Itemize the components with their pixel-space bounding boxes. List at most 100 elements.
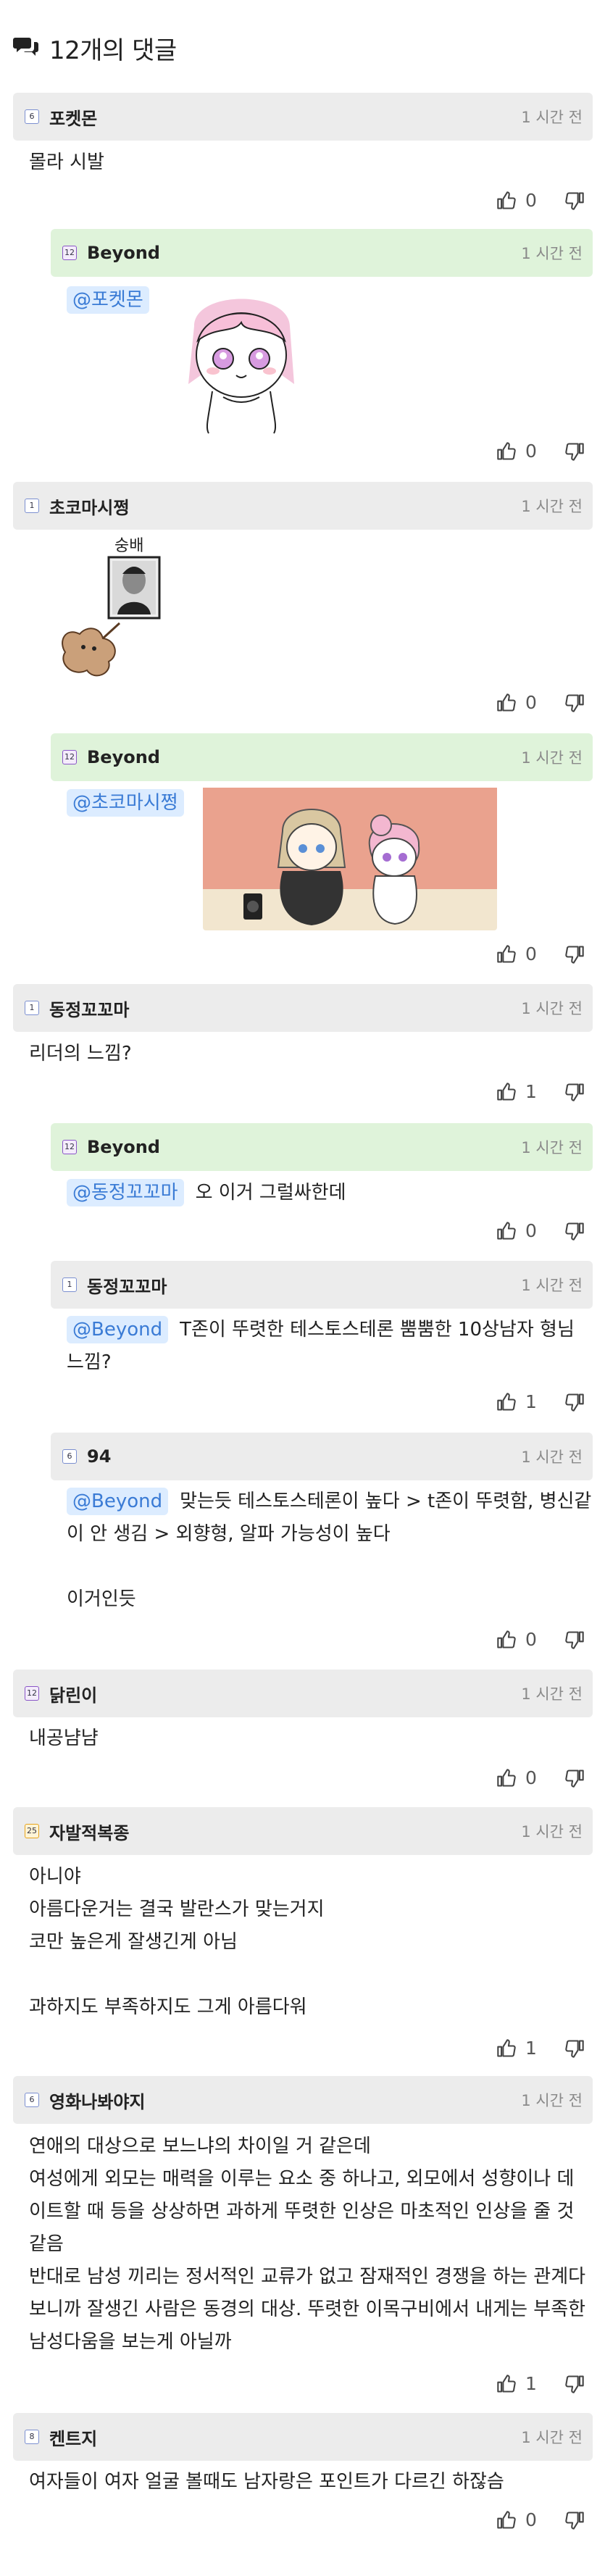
- anime-duo-image: [203, 788, 497, 933]
- comment-text: 몰라 시발: [29, 151, 104, 173]
- comment-author[interactable]: 94: [87, 1446, 111, 1467]
- like-count: 0: [525, 1629, 537, 1650]
- level-badge-icon: 12: [62, 1140, 77, 1154]
- thumbs-down-icon[interactable]: [564, 191, 585, 211]
- vote-bar: 1: [496, 2038, 585, 2059]
- thumbs-up-icon[interactable]: [496, 191, 517, 211]
- thumbs-down-icon[interactable]: [564, 1082, 585, 1102]
- thumbs-down-icon[interactable]: [564, 1768, 585, 1788]
- thumbs-up-icon[interactable]: [496, 1630, 517, 1650]
- thumbs-down-icon[interactable]: [564, 1221, 585, 1241]
- comment-text-line: 여성에게 외모는 매력을 이루는 요소 중 하나고, 외모에서 성향이나 데: [29, 2168, 575, 2190]
- vote-bar: 1: [496, 1081, 585, 1102]
- like-count: 0: [525, 190, 537, 211]
- comment-author[interactable]: 켄트지: [49, 2425, 97, 2450]
- comment-page: { "header": {"title": "12개의 댓글", "icon":…: [0, 0, 605, 2576]
- comment-author[interactable]: Beyond: [87, 747, 160, 767]
- comment-author[interactable]: 자발적복종: [49, 1819, 129, 1844]
- comment-author[interactable]: 동정꼬꼬마: [87, 1272, 167, 1298]
- comment-time: 1 시간 전: [521, 749, 583, 767]
- vote-bar: 0: [496, 1629, 585, 1650]
- comment-author[interactable]: 초코마시쩡: [49, 493, 129, 519]
- comment-time: 1 시간 전: [521, 1139, 583, 1156]
- level-badge-icon: 6: [62, 1449, 77, 1464]
- speech-bubbles-icon: [13, 35, 39, 61]
- comment-time: 1 시간 전: [521, 109, 583, 126]
- thumbs-down-icon[interactable]: [564, 1392, 585, 1412]
- thumbs-down-icon[interactable]: [564, 2374, 585, 2394]
- comment-text: 아니야 아름다운거는 결국 발란스가 맞는거지 코만 높은게 잘생긴게 아님 과…: [29, 1861, 325, 2024]
- mention-tag[interactable]: @초코마시쩡: [67, 789, 184, 817]
- comment-text: @Beyond 맞는듯 테스토스테론이 높다 > t존이 뚜렷함, 병신같 이 안…: [67, 1485, 592, 1616]
- vote-bar: 0: [496, 441, 585, 462]
- level-badge-icon: 8: [25, 2430, 39, 2444]
- reply-header: 6 94 1 시간 전: [51, 1433, 593, 1480]
- vote-bar: 0: [496, 190, 585, 211]
- level-badge-icon: 12: [62, 750, 77, 764]
- level-badge-icon: 25: [25, 1824, 39, 1838]
- comment-author[interactable]: 닭린이: [49, 1681, 97, 1706]
- mention-tag[interactable]: @Beyond: [67, 1488, 169, 1515]
- comment-time: 1 시간 전: [521, 498, 583, 515]
- comment-author[interactable]: Beyond: [87, 1137, 160, 1157]
- vote-bar: 0: [496, 943, 585, 964]
- comment-text-line: 보니까 잘생긴 사람은 동경의 대상. 뚜렷한 이목구비에서 내게는 부족한: [29, 2298, 586, 2320]
- thumbs-up-icon[interactable]: [496, 693, 517, 713]
- comment-text: @초코마시쩡: [67, 787, 196, 820]
- comment-author[interactable]: 포켓몬: [49, 104, 97, 130]
- thumbs-up-icon[interactable]: [496, 2374, 517, 2394]
- comment-text-line: 오 이거 그럴싸한데: [195, 1182, 346, 1204]
- comment-author[interactable]: 영화나봐야지: [49, 2088, 145, 2113]
- vote-bar: 1: [496, 1391, 585, 1412]
- comment-text-line: 이 안 생김 > 외향형, 알파 가능성이 높다: [67, 1523, 391, 1545]
- thumbs-up-icon[interactable]: [496, 2038, 517, 2059]
- vote-bar: 0: [496, 1220, 585, 1241]
- comment-header: 25 자발적복종 1 시간 전: [13, 1807, 593, 1855]
- like-count: 0: [525, 1220, 537, 1241]
- vote-bar: 0: [496, 692, 585, 713]
- comment-time: 1 시간 전: [521, 1000, 583, 1017]
- thumbs-up-icon[interactable]: [496, 441, 517, 462]
- thumbs-up-icon[interactable]: [496, 1768, 517, 1788]
- comment-header: 8 켄트지 1 시간 전: [13, 2413, 593, 2461]
- mention-tag[interactable]: @동정꼬꼬마: [67, 1179, 184, 1206]
- comment-time: 1 시간 전: [521, 1823, 583, 1841]
- thumbs-up-icon[interactable]: [496, 1082, 517, 1102]
- thumbs-up-icon[interactable]: [496, 1221, 517, 1241]
- comment-text: 연애의 대상으로 보느냐의 차이일 거 같은데 여성에게 외모는 매력을 이루는…: [29, 2130, 594, 2359]
- like-count: 0: [525, 1767, 537, 1788]
- comment-header: 12 닭린이 1 시간 전: [13, 1670, 593, 1717]
- comment-text-line: 코만 높은게 잘생긴게 아님: [29, 1931, 238, 1953]
- comment-text-line: T존이 뚜렷한 테스토스테론 뿜뿜한 10상남자 형님: [180, 1319, 575, 1341]
- thumbs-down-icon[interactable]: [564, 944, 585, 964]
- comment-author[interactable]: 동정꼬꼬마: [49, 996, 129, 1021]
- vote-bar: 0: [496, 1767, 585, 1788]
- mention-tag[interactable]: @Beyond: [67, 1316, 169, 1343]
- level-badge-icon: 6: [25, 2093, 39, 2107]
- comment-author[interactable]: Beyond: [87, 243, 160, 263]
- comment-text-line: 연애의 대상으로 보느냐의 차이일 거 같은데: [29, 2135, 371, 2157]
- comment-text-line: 남성다움을 보는게 아닐까: [29, 2331, 232, 2353]
- level-badge-icon: 1: [25, 1001, 39, 1015]
- thumbs-down-icon[interactable]: [564, 441, 585, 462]
- level-badge-icon: 6: [25, 109, 39, 124]
- comment-text-line: 느낌?: [67, 1351, 112, 1373]
- like-count: 0: [525, 692, 537, 713]
- thumbs-up-icon[interactable]: [496, 944, 517, 964]
- comment-text-line: 이트할 때 등을 상상하면 과하게 뚜렷한 인상은 마초적인 인상을 줄 것: [29, 2201, 575, 2222]
- comment-time: 1 시간 전: [521, 2429, 583, 2446]
- thumbs-down-icon[interactable]: [564, 2038, 585, 2059]
- comment-header: 6 포켓몬 1 시간 전: [13, 93, 593, 141]
- comment-time: 1 시간 전: [521, 1277, 583, 1294]
- thumbs-down-icon[interactable]: [564, 693, 585, 713]
- like-count: 1: [525, 1081, 537, 1102]
- thumbs-down-icon[interactable]: [564, 1630, 585, 1650]
- thumbs-up-icon[interactable]: [496, 2510, 517, 2530]
- comment-text-line: 과하지도 부족하지도 그게 아름다워: [29, 1996, 307, 2018]
- thumbs-up-icon[interactable]: [496, 1392, 517, 1412]
- like-count: 0: [525, 943, 537, 964]
- like-count: 0: [525, 441, 537, 462]
- mention-tag[interactable]: @포켓몬: [67, 286, 149, 314]
- comment-time: 1 시간 전: [521, 1685, 583, 1703]
- thumbs-down-icon[interactable]: [564, 2510, 585, 2530]
